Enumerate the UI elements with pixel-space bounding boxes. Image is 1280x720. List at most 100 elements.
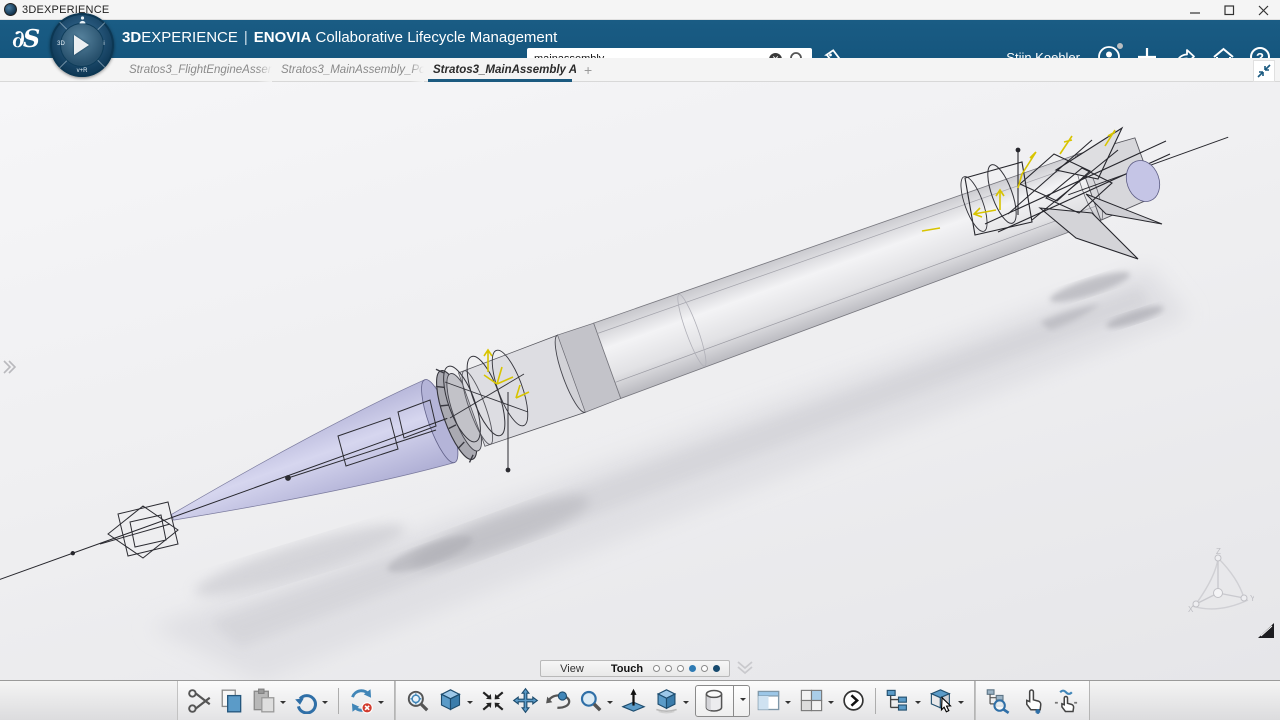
render-style-button[interactable]: [650, 684, 693, 718]
update-icon: [348, 687, 375, 714]
more-commands-button[interactable]: [838, 684, 869, 718]
panel-expand-handle[interactable]: [2, 358, 16, 381]
window-title: 3DEXPERIENCE: [22, 4, 109, 16]
close-button[interactable]: [1246, 0, 1280, 20]
undo-button[interactable]: [290, 684, 332, 718]
pan-icon: [512, 687, 539, 714]
tab-flight-engine-assembly[interactable]: Stratos3_FlightEngineAssembl: [120, 58, 272, 82]
touch-mode-button[interactable]: Touch: [603, 663, 651, 675]
view-mode-button[interactable]: View: [541, 663, 603, 675]
restore-view-button[interactable]: [1253, 60, 1275, 82]
pill-dot[interactable]: [665, 665, 672, 672]
minimize-icon: [1190, 5, 1201, 16]
corner-arrow-icon[interactable]: [1256, 620, 1276, 645]
brand-rest: EXPERIENCE: [141, 29, 238, 46]
tab-main-assembly-post[interactable]: Stratos3_MainAssembly_PostS: [272, 58, 424, 82]
avatar-status-badge: [1116, 42, 1124, 50]
toolbar-separator: [338, 688, 339, 714]
compass-south-label[interactable]: v+R: [72, 68, 92, 74]
zoom-area-button[interactable]: [402, 684, 434, 718]
shading-cylinder-button[interactable]: [698, 686, 730, 716]
app-title: 3DEXPERIENCE|ENOVIA Collaborative Lifecy…: [122, 29, 557, 46]
compass-north-icon[interactable]: [72, 16, 92, 26]
pill-expand-chevron[interactable]: [736, 660, 754, 680]
zoom-area-icon: [405, 688, 431, 714]
undo-dropdown-arrow[interactable]: [322, 701, 328, 707]
maximize-button[interactable]: [1212, 0, 1246, 20]
brand-bold: 3D: [122, 29, 141, 46]
cut-button[interactable]: [184, 684, 216, 718]
pill-dot[interactable]: [677, 665, 684, 672]
pan-button[interactable]: [509, 684, 542, 718]
maximize-icon: [1224, 5, 1235, 16]
triad-y-label: Y: [1250, 594, 1254, 603]
tree-search-icon: [985, 687, 1012, 714]
split-view-button[interactable]: [752, 684, 795, 718]
iso-view-button[interactable]: [434, 684, 477, 718]
split-view-icon: [755, 687, 782, 714]
tree-search-button[interactable]: [982, 684, 1015, 718]
add-tab-button[interactable]: +: [576, 58, 600, 82]
paste-dropdown-arrow[interactable]: [280, 701, 286, 707]
app-icon: [4, 3, 17, 16]
select-mode-dropdown-arrow[interactable]: [958, 701, 964, 707]
toolbar-group-touch: [975, 681, 1090, 720]
gesture-icon: [1052, 687, 1080, 715]
compass-west-label[interactable]: 3D: [51, 41, 71, 47]
view-touch-pill: View Touch: [540, 660, 730, 677]
compass-play-icon[interactable]: [74, 35, 89, 55]
select-mode-icon: [928, 687, 955, 714]
tab-main-assembly-active[interactable]: Stratos3_MainAssembly A.1: [424, 58, 576, 82]
pill-dot[interactable]: [713, 665, 720, 672]
structure-tree-dropdown-arrow[interactable]: [915, 701, 921, 707]
toolbar-group-edit: [177, 681, 395, 720]
select-mode-button[interactable]: [925, 684, 968, 718]
zoom-dropdown-arrow[interactable]: [607, 701, 613, 707]
gesture-button[interactable]: [1049, 684, 1083, 718]
minimize-button[interactable]: [1178, 0, 1212, 20]
3d-viewport[interactable]: View Touch Z X Y: [0, 82, 1280, 680]
rotate-icon: [545, 687, 572, 714]
more-commands-icon: [841, 688, 866, 713]
app-header: ∂S 3DEXPERIENCE|ENOVIA Collaborative Lif…: [0, 20, 1280, 58]
tab-label: Stratos3_FlightEngineAssembl: [129, 64, 272, 76]
3dexperience-compass[interactable]: 3D i v+R: [50, 13, 114, 77]
3ds-logo[interactable]: ∂S: [12, 24, 38, 53]
shading-cylinder-icon: [701, 688, 727, 714]
shading-dropdown-arrow[interactable]: [740, 698, 746, 704]
pill-dot[interactable]: [653, 665, 660, 672]
nose-wireframe: [100, 502, 178, 558]
pill-dot[interactable]: [689, 665, 696, 672]
tab-label: Stratos3_MainAssembly_PostS: [281, 64, 424, 76]
paste-icon: [251, 688, 277, 714]
paste-button[interactable]: [248, 684, 290, 718]
pill-dots: [653, 665, 720, 672]
title-divider: |: [244, 29, 248, 46]
update-button[interactable]: [345, 684, 388, 718]
action-bar: [0, 680, 1280, 720]
touch-add-icon: [1018, 687, 1046, 715]
pill-dot[interactable]: [701, 665, 708, 672]
multi-view-button[interactable]: [795, 684, 838, 718]
touch-select-button[interactable]: [1015, 684, 1049, 718]
close-icon: [1258, 5, 1269, 16]
double-chevron-right-icon: [2, 358, 16, 376]
multi-view-dropdown-arrow[interactable]: [828, 701, 834, 707]
split-view-dropdown-arrow[interactable]: [785, 701, 791, 707]
compass-east-label[interactable]: i: [94, 41, 114, 47]
copy-icon: [219, 688, 245, 714]
iso-view-dropdown-arrow[interactable]: [467, 701, 473, 707]
structure-tree-button[interactable]: [882, 684, 925, 718]
iso-cube-icon: [437, 687, 464, 714]
normal-view-button[interactable]: [617, 684, 650, 718]
zoom-button[interactable]: [575, 684, 617, 718]
rotate-button[interactable]: [542, 684, 575, 718]
fit-all-button[interactable]: [477, 684, 509, 718]
window-titlebar: 3DEXPERIENCE: [0, 0, 1280, 20]
axis-triad[interactable]: Z X Y: [1188, 548, 1254, 625]
fit-all-icon: [480, 688, 506, 714]
copy-button[interactable]: [216, 684, 248, 718]
update-dropdown-arrow[interactable]: [378, 701, 384, 707]
toolbar-group-view: [395, 681, 975, 720]
render-style-dropdown-arrow[interactable]: [683, 701, 689, 707]
